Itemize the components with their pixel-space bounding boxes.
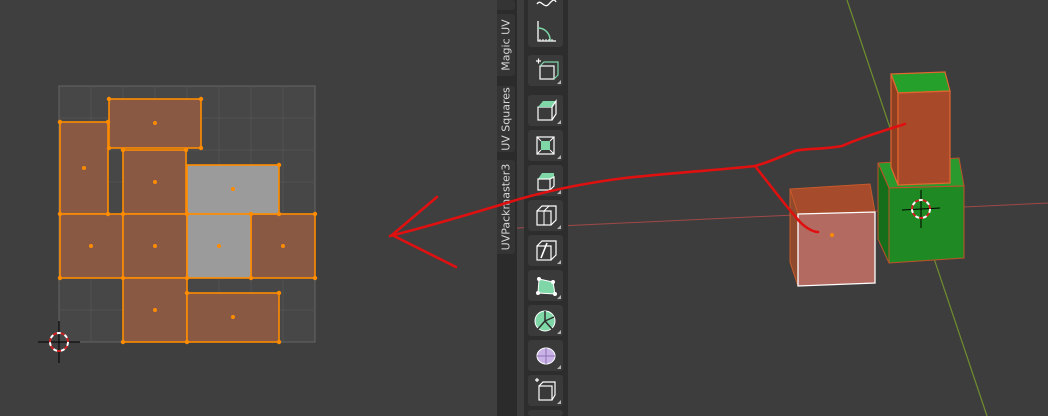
small-cube[interactable] xyxy=(789,183,876,287)
uv-canvas[interactable] xyxy=(0,0,497,416)
extrude-region-tool-icon[interactable] xyxy=(528,95,563,126)
viewport-canvas[interactable] xyxy=(517,0,1048,416)
tab-label: UV Squares xyxy=(499,87,513,151)
tab-uvpackmaster3[interactable]: UVPackmaster3 xyxy=(497,160,515,254)
bevel-tool-icon[interactable] xyxy=(528,165,563,196)
x-axis-line xyxy=(517,202,1048,229)
spin-tool-icon[interactable] xyxy=(528,305,563,336)
3d-viewport[interactable] xyxy=(517,0,1048,416)
uv-editor[interactable] xyxy=(0,0,497,416)
measure-tool-icon[interactable] xyxy=(528,16,563,47)
shrink-fatten-tool-icon[interactable] xyxy=(528,375,563,406)
tab-uv-squares[interactable]: UV Squares xyxy=(497,86,515,152)
tab-label: UVPackmaster3 xyxy=(499,163,513,251)
add-cube-tool-icon[interactable] xyxy=(528,55,563,86)
loop-cut-tool-icon[interactable] xyxy=(528,200,563,231)
tab-partial[interactable] xyxy=(497,0,515,10)
inset-faces-tool-icon[interactable] xyxy=(528,130,563,161)
tab-magic-uv[interactable]: Magic UV xyxy=(497,14,515,76)
tool-partial[interactable] xyxy=(528,410,563,416)
poly-build-tool-icon[interactable] xyxy=(528,270,563,301)
tab-label: Magic UV xyxy=(499,19,513,71)
smooth-tool-icon[interactable] xyxy=(528,340,563,371)
tall-box[interactable] xyxy=(890,71,951,186)
knife-tool-icon[interactable] xyxy=(528,235,563,266)
